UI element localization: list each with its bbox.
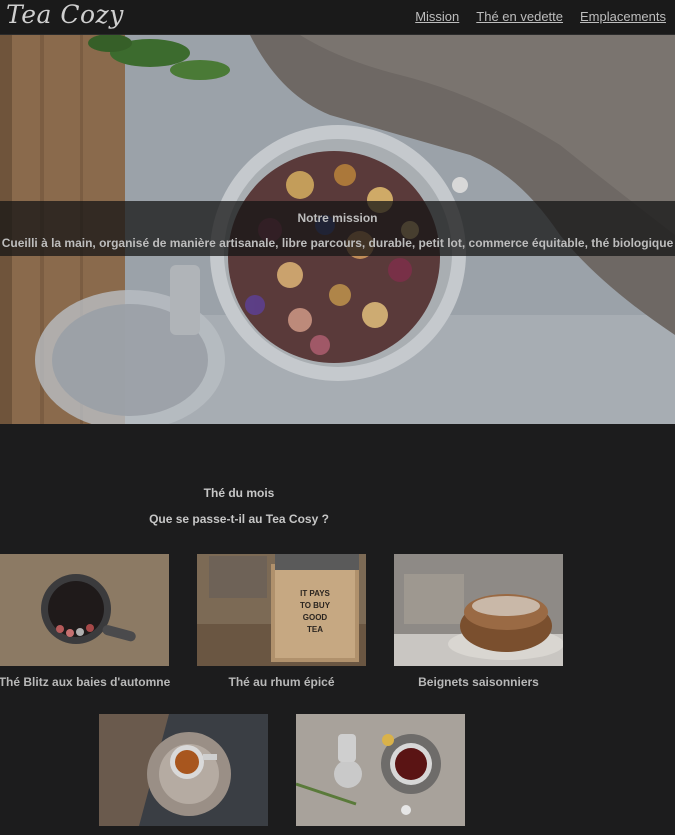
svg-text:IT PAYS: IT PAYS — [300, 589, 330, 598]
product-card[interactable]: Beignets saisonniers — [394, 554, 563, 689]
nav-link-mission[interactable]: Mission — [415, 9, 459, 24]
hero-banner: Notre mission Cueilli à la main, organis… — [0, 35, 675, 424]
mission-banner: Notre mission Cueilli à la main, organis… — [0, 201, 675, 256]
site-logo[interactable]: Tea Cozy — [6, 0, 124, 29]
product-caption: Thé Blitz aux baies d'automne — [0, 675, 171, 689]
product-image-rum-tea[interactable]: IT PAYS TO BUY GOOD TEA — [197, 554, 366, 666]
product-card[interactable]: Thé Blitz aux baies d'automne — [0, 554, 170, 689]
svg-text:GOOD: GOOD — [303, 613, 328, 622]
nav-link-locations[interactable]: Emplacements — [580, 9, 666, 24]
main-nav: Mission Thé en vedette Emplacements — [415, 9, 666, 24]
product-card[interactable] — [99, 714, 268, 826]
mission-title: Notre mission — [297, 211, 378, 225]
product-caption: Thé au rhum épicé — [228, 675, 335, 689]
product-image-berry-tea[interactable] — [0, 554, 169, 666]
product-image-seasonal-donuts[interactable] — [394, 554, 563, 666]
product-card[interactable] — [296, 714, 465, 826]
mission-text: Cueilli à la main, organisé de manière a… — [1, 236, 674, 250]
product-card[interactable]: IT PAYS TO BUY GOOD TEA Thé au rhum épic… — [197, 554, 366, 689]
svg-text:TEA: TEA — [307, 625, 323, 634]
product-image-tea-cup-wood[interactable] — [99, 714, 268, 826]
featured-title: Thé du mois — [203, 486, 275, 500]
site-header: Tea Cozy Mission Thé en vedette Emplacem… — [0, 0, 675, 35]
svg-text:TO BUY: TO BUY — [300, 601, 331, 610]
product-image-tea-set[interactable] — [296, 714, 465, 826]
product-caption: Beignets saisonniers — [418, 675, 539, 689]
featured-subtitle: Que se passe-t-il au Tea Cosy ? — [149, 512, 329, 526]
nav-link-featured-tea[interactable]: Thé en vedette — [476, 9, 563, 24]
